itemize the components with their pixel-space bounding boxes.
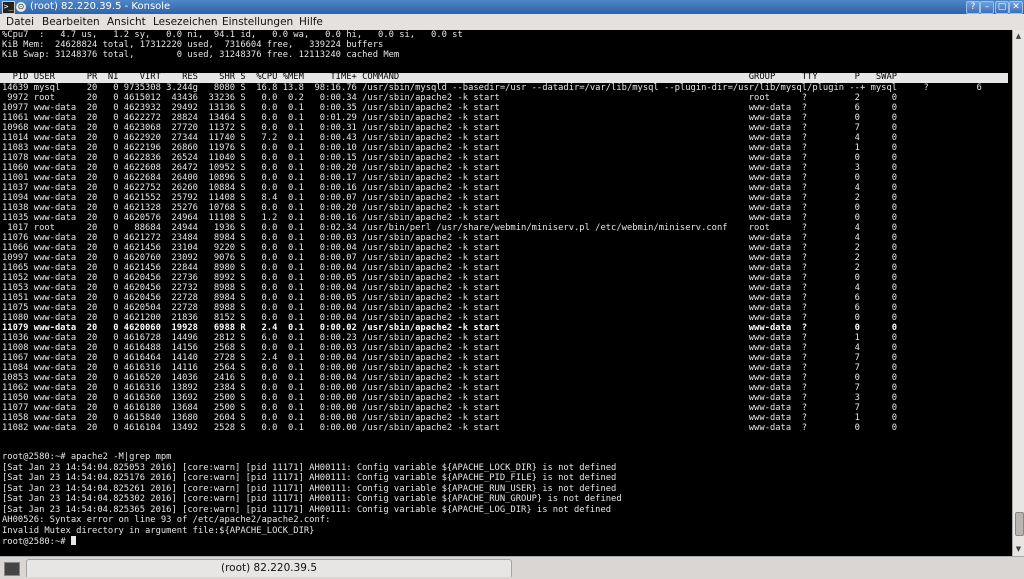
session-tab[interactable]: (root) 82.220.39.5 [26,559,512,577]
shell-prompt[interactable]: root@2580:~# [2,536,76,547]
menu-bar: Datei Bearbeiten Ansicht Lesezeichen Ein… [0,14,1024,31]
window-menu-icon[interactable]: ⊙ [16,2,26,12]
process-table-header: PID USER PR NI VIRT RES SHR S %CPU %MEM … [2,72,898,82]
title-bar[interactable]: >_ ⊙ (root) 82.220.39.5 - Konsole ? – ▢ … [0,0,1024,14]
scroll-up-icon[interactable]: ▲ [1014,31,1023,41]
output-line: [Sat Jan 23 14:54:04.825302 2016] [core:… [2,494,622,504]
cursor [70,536,76,545]
menu-ansicht[interactable]: Ansicht [107,16,146,28]
process-row: 11082 www-data 20 0 4616104 13492 2528 S… [2,423,898,433]
scroll-down-icon[interactable]: ▼ [1014,544,1023,554]
minimize-button[interactable]: – [980,1,994,14]
terminal-scrollbar[interactable]: ▲ ▼ [1012,30,1024,556]
output-line: [Sat Jan 23 14:54:04.825365 2016] [core:… [2,504,612,515]
tab-bar: (root) 82.220.39.5 [0,556,1024,579]
maximize-button[interactable]: ▢ [995,1,1009,14]
terminal-icon[interactable]: >_ [2,1,15,14]
menu-bearbeiten[interactable]: Bearbeiten [42,16,100,28]
menu-einstellungen[interactable]: Einstellungen [222,16,293,28]
output-line: Invalid Mutex directory in argument file… [2,525,315,536]
output-line: root@2580:~# apache2 -M|grep mpm [2,452,172,462]
help-button[interactable]: ? [966,1,980,14]
output-line: [Sat Jan 23 14:54:04.825176 2016] [core:… [2,473,617,483]
menu-datei[interactable]: Datei [6,16,34,28]
output-line: AH00526: Syntax error on line 93 of /etc… [2,515,331,525]
menu-hilfe[interactable]: Hilfe [299,16,323,28]
output-line: [Sat Jan 23 14:54:04.825053 2016] [core:… [2,462,617,473]
new-tab-icon[interactable] [4,562,20,576]
output-line: [Sat Jan 23 14:54:04.825261 2016] [core:… [2,483,617,494]
swap-summary: KiB Swap: 31248376 total, 0 used, 312483… [2,50,400,60]
terminal-output[interactable]: %Cpu7 : 4.7 us, 1.2 sy, 0.0 ni, 94.1 id,… [0,30,1012,556]
scrollbar-thumb[interactable] [1015,512,1024,536]
window-title: (root) 82.220.39.5 - Konsole [30,1,171,12]
menu-lesezeichen[interactable]: Lesezeichen [153,16,218,28]
close-button[interactable]: ✕ [1009,1,1023,14]
